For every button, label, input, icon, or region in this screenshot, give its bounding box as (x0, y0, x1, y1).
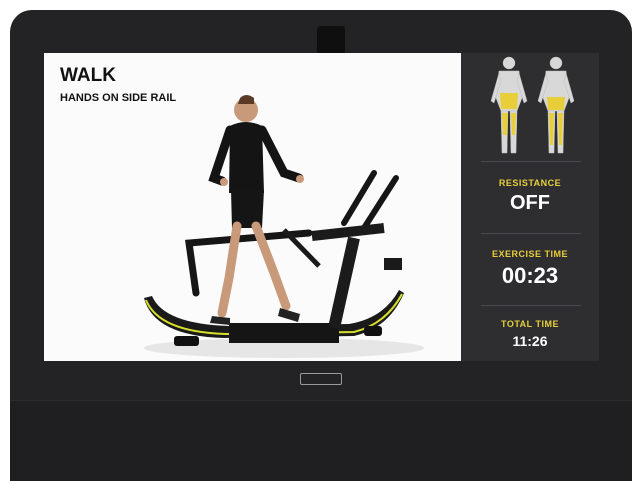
panel-divider (481, 305, 581, 306)
exercise-time-value: 00:23 (501, 263, 559, 288)
panel-divider (481, 233, 581, 234)
muscle-map-icon (490, 56, 575, 154)
exercise-time-metric: EXERCISE TIME 00:23 (461, 249, 599, 289)
display-screen: WALK HANDS ON SIDE RAIL RESISTANCE OFF E… (44, 53, 599, 361)
resistance-label: RESISTANCE (498, 178, 562, 188)
stats-panel: RESISTANCE OFF EXERCISE TIME 00:23 TOTAL… (461, 53, 599, 361)
treadmill-illustration (144, 95, 424, 358)
exercise-video[interactable]: WALK HANDS ON SIDE RAIL (44, 53, 461, 361)
total-time-metric: TOTAL TIME 11:26 (461, 319, 599, 349)
camera-icon (317, 26, 345, 54)
brand-logo (300, 373, 342, 385)
exercise-title: WALK (60, 65, 116, 86)
exercise-time-label: EXERCISE TIME (491, 249, 568, 259)
total-time-value: 11:26 (512, 333, 548, 349)
resistance-value: OFF (510, 192, 550, 214)
console-base (10, 400, 632, 481)
panel-divider (481, 161, 581, 162)
resistance-metric: RESISTANCE OFF (461, 178, 599, 215)
total-time-label: TOTAL TIME (501, 319, 559, 329)
